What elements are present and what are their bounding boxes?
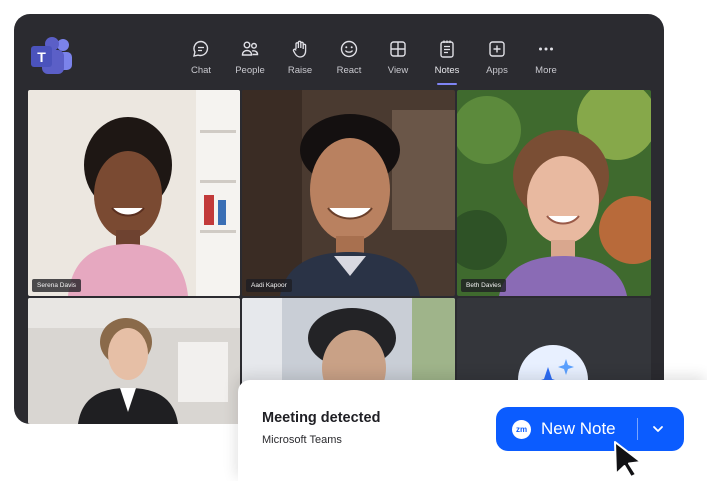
- toolbar-label: React: [336, 65, 362, 76]
- zoom-logo-icon: zm: [512, 420, 531, 439]
- toolbar-more-button[interactable]: More: [521, 39, 571, 76]
- chat-icon: [176, 39, 226, 61]
- teams-logo-icon: T: [31, 37, 72, 74]
- chevron-down-icon[interactable]: [652, 423, 664, 435]
- toolbar-label: More: [535, 65, 557, 76]
- grid-icon: [373, 39, 423, 61]
- toolbar-view-button[interactable]: View: [373, 39, 423, 76]
- participant-tile[interactable]: [28, 298, 240, 424]
- participant-video: [242, 90, 455, 296]
- people-icon: [225, 39, 275, 61]
- notes-icon: [422, 39, 472, 61]
- participant-tile[interactable]: Aadi Kapoor: [242, 90, 455, 296]
- mouse-pointer-icon: [614, 441, 642, 478]
- participant-video: [28, 298, 240, 424]
- popup-title: Meeting detected: [262, 410, 381, 426]
- toolbar-notes-button[interactable]: Notes: [422, 39, 472, 85]
- participant-tile[interactable]: Serena Davis: [28, 90, 240, 296]
- toolbar-label: Raise: [287, 65, 313, 76]
- toolbar-people-button[interactable]: People: [225, 39, 275, 76]
- button-divider: [637, 418, 638, 440]
- toolbar-label: Apps: [486, 65, 508, 76]
- participant-tile[interactable]: Beth Davies: [457, 90, 651, 296]
- toolbar-label: Chat: [190, 65, 212, 76]
- toolbar-label: Notes: [434, 65, 460, 76]
- participant-name: Aadi Kapoor: [246, 279, 292, 292]
- toolbar-react-button[interactable]: React: [324, 39, 374, 76]
- toolbar-chat-button[interactable]: Chat: [176, 39, 226, 76]
- toolbar-raise-button[interactable]: Raise: [275, 39, 325, 76]
- plus-box-icon: [472, 39, 522, 61]
- new-note-label: New Note: [541, 419, 616, 438]
- new-note-button[interactable]: zm New Note: [496, 407, 684, 451]
- participant-name: Serena Davis: [32, 279, 82, 292]
- popup-subtitle: Microsoft Teams: [262, 434, 342, 446]
- more-dots-icon: [521, 39, 571, 61]
- meeting-toolbar: T Chat People Raise React View Notes App…: [14, 14, 664, 90]
- toolbar-label: People: [235, 65, 265, 76]
- hand-icon: [275, 39, 325, 61]
- toolbar-apps-button[interactable]: Apps: [472, 39, 522, 76]
- participant-video: [28, 90, 240, 296]
- participant-name: Beth Davies: [461, 279, 507, 292]
- smiley-icon: [324, 39, 374, 61]
- participant-video: [457, 90, 651, 296]
- svg-text:T: T: [37, 49, 46, 65]
- toolbar-label: View: [387, 65, 409, 76]
